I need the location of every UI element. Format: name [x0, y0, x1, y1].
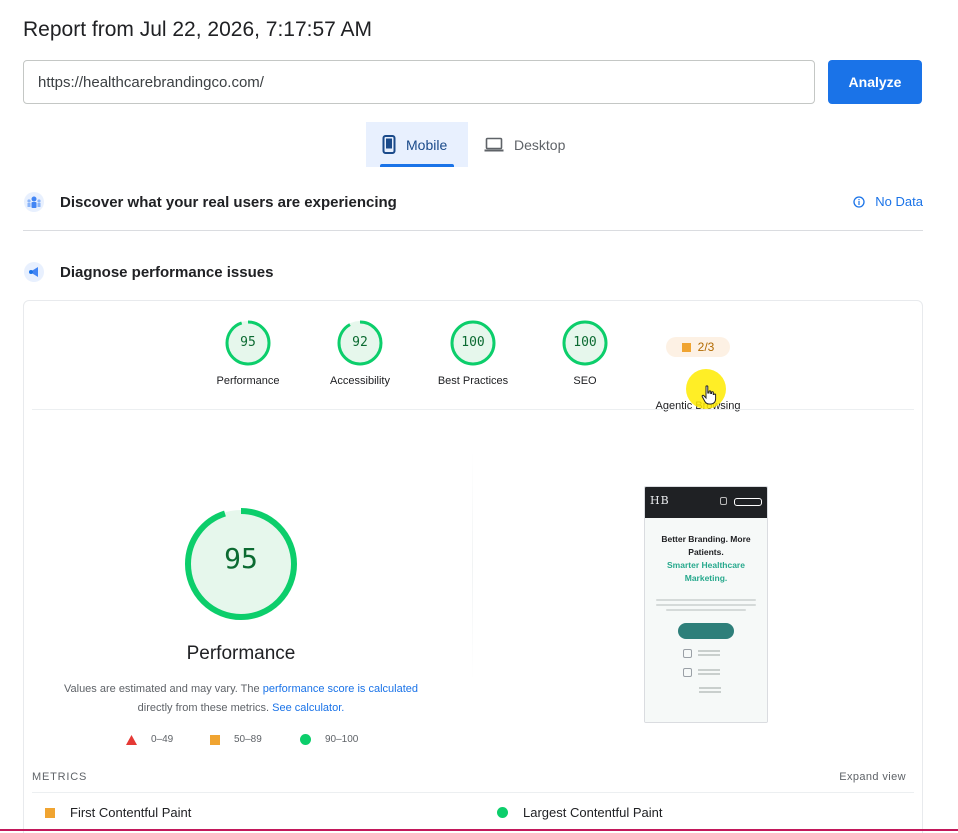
- metrics-divider: [32, 792, 914, 793]
- diagnostics-panel: 95 Performance 92 Accessibility 100 Best…: [23, 300, 923, 833]
- agentic-browsing-score: 2/3: [697, 340, 715, 354]
- tab-desktop[interactable]: Desktop: [468, 122, 581, 167]
- gauge-best-practices[interactable]: 100 Best Practices: [413, 319, 533, 387]
- legend-pass: 90–100: [300, 734, 358, 745]
- analyze-button[interactable]: Analyze: [828, 60, 922, 104]
- gauge-accessibility-label: Accessibility: [330, 375, 390, 387]
- metric-label: Largest Contentful Paint: [523, 805, 663, 820]
- gauge-performance[interactable]: 95 Performance: [188, 319, 308, 387]
- triangle-icon: [126, 734, 137, 745]
- screenshot-feature: [699, 687, 767, 695]
- section-divider: [23, 230, 923, 231]
- tab-desktop-label: Desktop: [514, 136, 566, 153]
- screenshot-header: HB: [645, 487, 767, 518]
- performance-title: Performance: [186, 643, 296, 664]
- metrics-title: METRICS: [32, 771, 88, 783]
- circle-icon: [497, 807, 508, 818]
- screenshot-body: Better Branding. More Patients. Smarter …: [645, 518, 767, 722]
- performance-score: 95: [224, 542, 258, 575]
- legend-fail: 0–49: [126, 734, 173, 745]
- category-gauges: 95 Performance 92 Accessibility 100 Best…: [24, 319, 922, 412]
- no-data-status[interactable]: No Data: [853, 194, 923, 209]
- expand-view-button[interactable]: Expand view: [839, 771, 906, 783]
- gauge-performance-score: 95: [240, 335, 256, 350]
- screenshot-cta: [734, 498, 762, 506]
- metric-largest-contentful-paint: Largest Contentful Paint: [497, 805, 662, 820]
- hand-pointer-icon: [701, 385, 717, 410]
- screenshot-feature: [683, 668, 767, 677]
- screenshot-button: [678, 623, 734, 639]
- column-separator: [472, 451, 473, 681]
- info-icon: [853, 195, 865, 208]
- gauge-seo-score: 100: [573, 335, 597, 350]
- square-icon: [210, 734, 220, 745]
- see-calculator-link[interactable]: See calculator.: [272, 702, 344, 714]
- legend-average: 50–89: [210, 734, 262, 745]
- gauge-seo-label: SEO: [573, 375, 597, 387]
- gauge-accessibility[interactable]: 92 Accessibility: [300, 319, 420, 387]
- metric-label: First Contentful Paint: [70, 805, 192, 820]
- score-note: Values are estimated and may vary. The p…: [63, 683, 418, 714]
- screenshot-headline: Better Branding. More Patients.: [661, 534, 751, 557]
- device-tabs: Mobile Desktop: [366, 122, 581, 167]
- gauge-seo[interactable]: 100 SEO: [525, 319, 645, 387]
- gauge-best-practices-score: 100: [461, 335, 485, 350]
- screenshot-paragraph: [656, 599, 756, 611]
- smartphone-icon: [382, 135, 396, 154]
- bottom-edge-line: [0, 829, 958, 831]
- page-screenshot: HB Better Branding. More Patients. Smart…: [644, 486, 768, 723]
- gauge-best-practices-label: Best Practices: [437, 375, 509, 387]
- tab-mobile[interactable]: Mobile: [366, 122, 468, 167]
- laptop-icon: [484, 137, 504, 152]
- users-icon: [23, 191, 45, 213]
- screenshot-subheadline: Smarter Healthcare Marketing.: [667, 560, 745, 583]
- metric-first-contentful-paint: First Contentful Paint: [45, 805, 191, 820]
- gauge-performance-label: Performance: [216, 375, 280, 387]
- panel-divider: [32, 409, 914, 410]
- performance-score-link[interactable]: performance score is calculated: [263, 683, 418, 695]
- circle-icon: [300, 734, 311, 745]
- lighthouse-icon: [23, 261, 45, 283]
- screenshot-logo: HB: [650, 494, 670, 507]
- report-title: Report from Jul 22, 2026, 7:17:57 AM: [23, 18, 373, 41]
- field-data-title: Discover what your real users are experi…: [60, 193, 397, 211]
- field-data-section[interactable]: Discover what your real users are experi…: [23, 187, 923, 217]
- tab-mobile-label: Mobile: [406, 136, 448, 153]
- diagnose-title: Diagnose performance issues: [60, 263, 274, 281]
- screenshot-feature: [683, 649, 767, 658]
- gauge-accessibility-score: 92: [352, 335, 368, 350]
- url-input[interactable]: [23, 60, 815, 104]
- phone-call-icon: [720, 497, 727, 505]
- diagnose-section: Diagnose performance issues: [23, 257, 923, 287]
- agentic-browsing-badge[interactable]: 2/3: [666, 337, 730, 357]
- no-data-label: No Data: [875, 194, 923, 209]
- square-icon: [45, 807, 55, 818]
- average-square-icon: [681, 342, 691, 352]
